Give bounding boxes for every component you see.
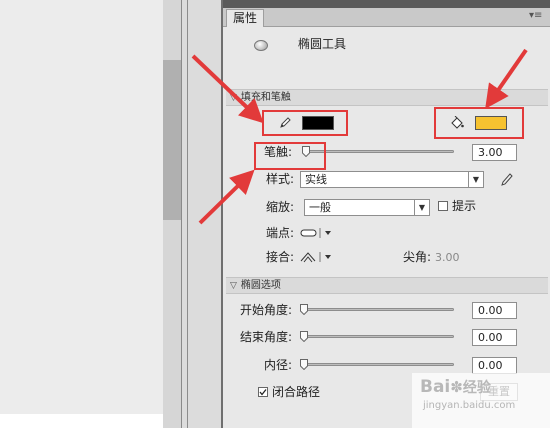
start-angle-slider-thumb[interactable] — [300, 304, 308, 318]
cap-label: 端点: — [266, 226, 295, 240]
tab-properties[interactable]: 属性 — [226, 9, 264, 27]
join-label: 接合: — [266, 250, 295, 264]
miter-value: 3.00 — [435, 251, 460, 264]
edit-style-pencil-icon[interactable] — [500, 171, 514, 187]
join-style-icon[interactable] — [300, 251, 332, 263]
collapse-triangle-icon: ▽ — [230, 281, 237, 291]
collapse-triangle-icon: ▽ — [230, 93, 237, 103]
cap-style-icon[interactable] — [300, 227, 332, 239]
scale-value: 一般 — [309, 201, 331, 214]
fill-stroke-section-header[interactable]: ▽ 填充和笔触 — [226, 89, 548, 106]
inner-radius-slider-thumb[interactable] — [300, 359, 308, 373]
watermark-brand: Bai — [420, 377, 451, 397]
ellipse-options-section-header[interactable]: ▽ 椭圆选项 — [226, 277, 548, 294]
annotation-box-stroke-color — [262, 110, 348, 136]
section-label: 椭圆选项 — [240, 280, 281, 291]
stage-area — [0, 0, 163, 414]
section-label: 填充和笔触 — [240, 92, 291, 103]
scale-select[interactable]: 一般 ▼ — [304, 199, 430, 216]
chevron-down-icon: ▼ — [414, 200, 429, 215]
style-value: 实线 — [305, 173, 327, 186]
scrollbar-thumb[interactable] — [163, 60, 181, 220]
hint-checkbox[interactable] — [438, 201, 448, 211]
start-angle-slider-track[interactable] — [300, 308, 454, 311]
miter-label: 尖角: — [403, 250, 432, 264]
end-angle-input[interactable]: 0.00 — [472, 329, 517, 346]
panel-top-toolbar — [223, 0, 550, 8]
divider — [187, 0, 188, 428]
close-path-checkbox[interactable] — [258, 387, 268, 397]
stage-bottom-strip — [0, 414, 163, 428]
scale-label: 缩放: — [266, 200, 295, 214]
watermark-logo: Bai✽经验 — [420, 378, 491, 397]
annotation-box-stroke-width — [254, 142, 326, 170]
inner-radius-input[interactable]: 0.00 — [472, 357, 517, 374]
ellipse-tool-icon — [254, 40, 268, 51]
start-angle-label: 开始角度: — [240, 303, 293, 317]
panel-tabbar — [223, 8, 550, 27]
watermark-url: jingyan.baidu.com — [423, 400, 516, 411]
watermark-brand-2: 经验 — [462, 380, 491, 396]
end-angle-label: 结束角度: — [240, 330, 293, 344]
inner-radius-slider-track[interactable] — [300, 363, 454, 366]
stroke-width-input[interactable]: 3.00 — [472, 144, 517, 161]
hint-label: 提示 — [452, 199, 477, 213]
paw-icon: ✽ — [450, 378, 463, 396]
panel-menu-icon[interactable]: ▾≡ — [529, 10, 542, 21]
style-select[interactable]: 实线 ▼ — [300, 171, 484, 188]
annotation-box-fill-color — [434, 107, 524, 139]
end-angle-slider-track[interactable] — [300, 335, 454, 338]
tool-name: 椭圆工具 — [298, 37, 347, 51]
end-angle-slider-thumb[interactable] — [300, 331, 308, 345]
start-angle-input[interactable]: 0.00 — [472, 302, 517, 319]
chevron-down-icon: ▼ — [468, 172, 483, 187]
inner-radius-label: 内径: — [264, 358, 293, 372]
style-label: 样式: — [266, 172, 295, 186]
close-path-label: 闭合路径 — [272, 385, 321, 399]
